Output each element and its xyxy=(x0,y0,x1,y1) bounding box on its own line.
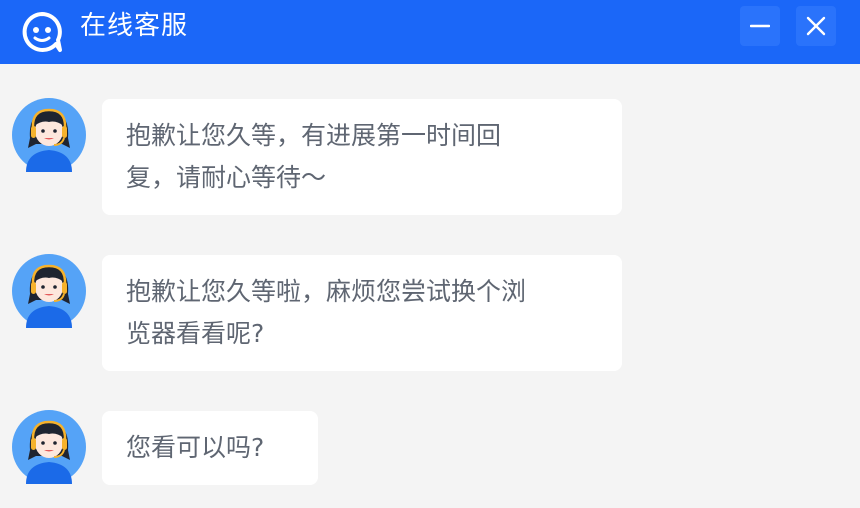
close-icon xyxy=(806,16,826,36)
minimize-icon xyxy=(750,24,770,28)
close-button[interactable] xyxy=(796,6,836,46)
message-line: 您看可以吗? xyxy=(126,433,265,462)
minimize-button[interactable] xyxy=(740,6,780,46)
agent-avatar-icon xyxy=(12,98,86,172)
message-line: 复，请耐心等待～ xyxy=(126,163,327,192)
agent-avatar-icon xyxy=(12,254,86,328)
window-title: 在线客服 xyxy=(80,11,189,41)
message-line: 抱歉让您久等啦，麻烦您尝试换个浏 xyxy=(126,277,527,306)
message-bubble: 抱歉让您久等，有进展第一时间回 复，请耐心等待～ xyxy=(102,99,622,215)
message-bubble: 您看可以吗? xyxy=(102,411,318,485)
message-bubble: 抱歉让您久等啦，麻烦您尝试换个浏 览器看看呢? xyxy=(102,255,622,371)
message-line: 览器看看呢? xyxy=(126,319,265,348)
agent-avatar-icon xyxy=(12,410,86,484)
chat-smile-icon xyxy=(22,12,62,52)
message-line: 抱歉让您久等，有进展第一时间回 xyxy=(126,121,502,150)
title-bar: 在线客服 xyxy=(0,0,860,64)
